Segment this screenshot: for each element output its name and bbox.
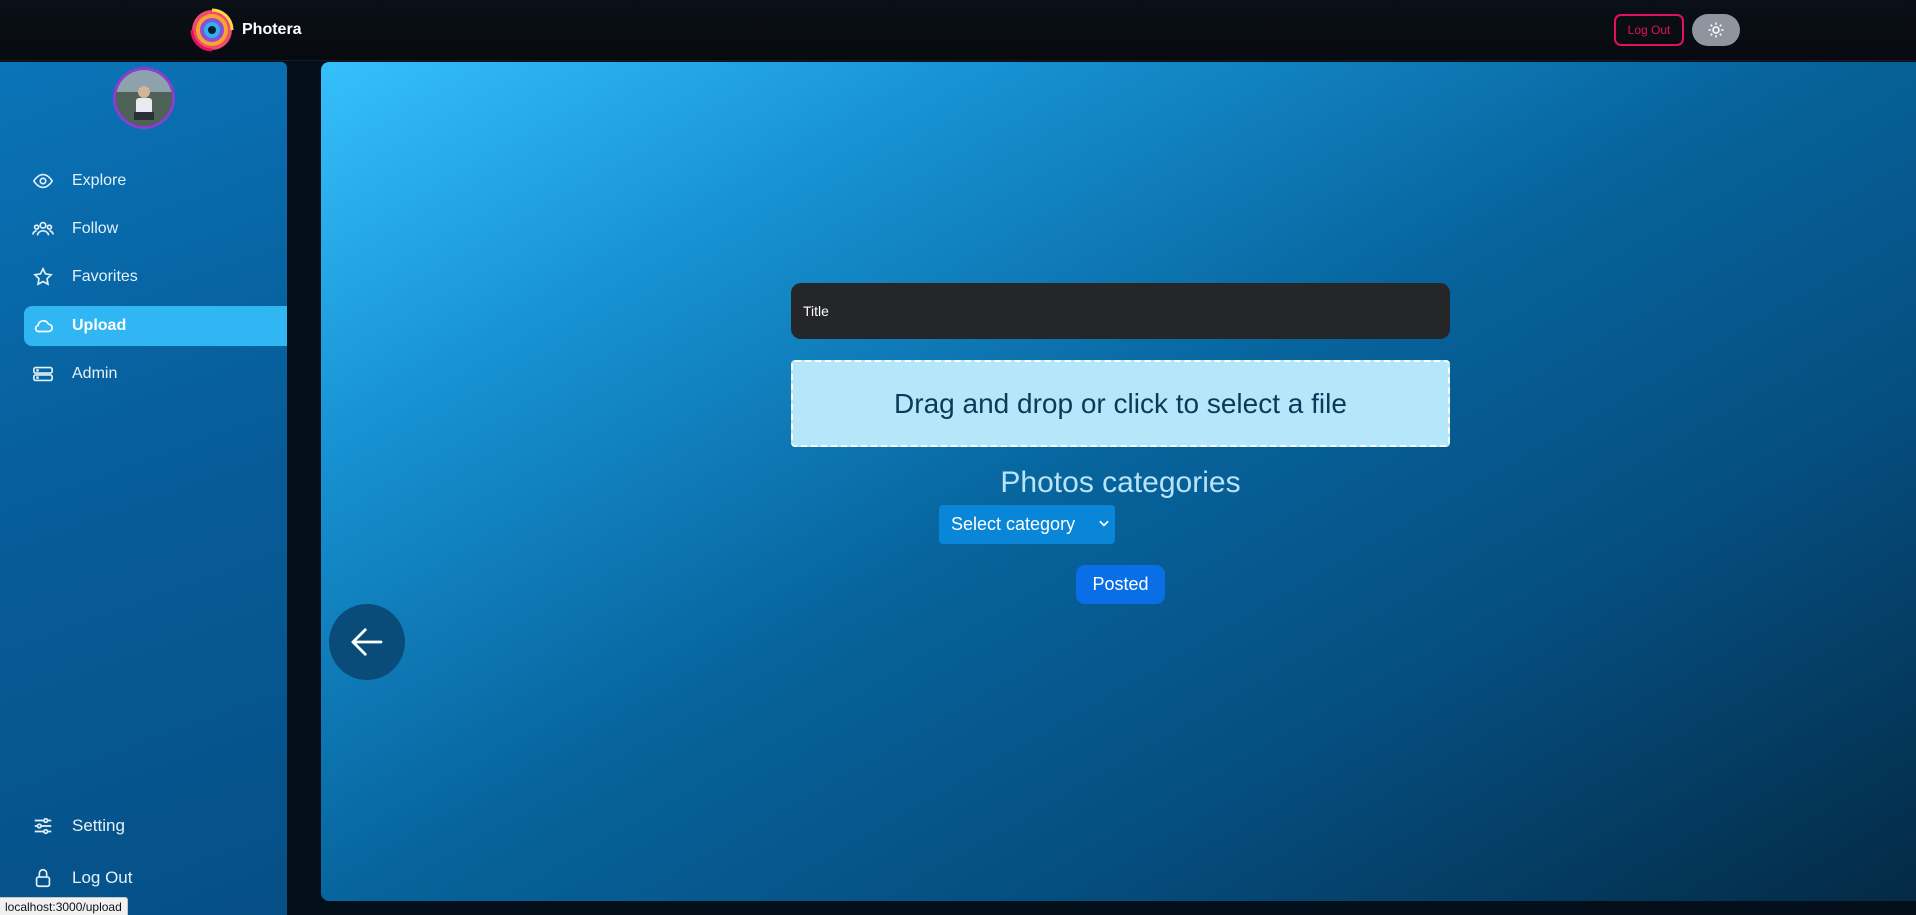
photera-logo (190, 8, 234, 52)
back-button[interactable] (329, 604, 405, 680)
logout-button[interactable]: Log Out (1614, 14, 1684, 46)
posted-button[interactable]: Posted (1076, 565, 1165, 604)
sidebar-item-favorites[interactable]: Favorites (24, 257, 287, 297)
cloud-icon (24, 314, 62, 338)
sidebar-item-label: Setting (72, 816, 125, 835)
lock-icon (24, 866, 62, 890)
theme-toggle[interactable] (1692, 14, 1740, 46)
sidebar-item-logout[interactable]: Log Out (24, 858, 287, 898)
status-bar-url: localhost:3000/upload (0, 897, 128, 915)
eye-icon (24, 169, 62, 193)
sidebar-item-label: Admin (72, 365, 118, 382)
sidebar-item-label: Log Out (72, 868, 133, 887)
sidebar-item-follow[interactable]: Follow (24, 209, 287, 249)
sidebar-item-setting[interactable]: Setting (24, 806, 287, 846)
sidebar-item-explore[interactable]: Explore (24, 161, 287, 201)
dropzone-text: Drag and drop or click to select a file (894, 387, 1347, 419)
sidebar-item-label: Follow (72, 220, 119, 237)
brand-name: Photera (242, 21, 302, 38)
avatar[interactable] (113, 67, 175, 129)
sidebar-item-label: Upload (72, 317, 127, 334)
sun-icon (1708, 22, 1724, 38)
sidebar-item-label: Explore (72, 172, 127, 189)
sliders-icon (24, 814, 62, 838)
arrow-left-icon (351, 628, 383, 656)
categories-heading: Photos categories (1000, 466, 1241, 499)
title-input[interactable] (791, 283, 1450, 339)
brand[interactable]: Photera (190, 6, 302, 54)
sidebar-item-admin[interactable]: Admin (24, 354, 287, 394)
top-navbar: Photera Log Out (0, 0, 1916, 61)
sidebar-item-upload[interactable]: Upload (24, 306, 287, 346)
users-icon (24, 217, 62, 241)
chevron-down-icon (1099, 520, 1109, 527)
sidebar: Explore Follow Favorites Upload Admin Se… (0, 62, 287, 915)
avatar-photo (116, 70, 172, 126)
database-icon (24, 362, 62, 386)
category-selected-value: Select category (951, 514, 1076, 534)
file-dropzone[interactable]: Drag and drop or click to select a file (791, 360, 1450, 447)
category-select[interactable]: Select category (939, 505, 1115, 544)
sidebar-item-label: Favorites (72, 268, 138, 285)
star-icon (24, 265, 62, 289)
